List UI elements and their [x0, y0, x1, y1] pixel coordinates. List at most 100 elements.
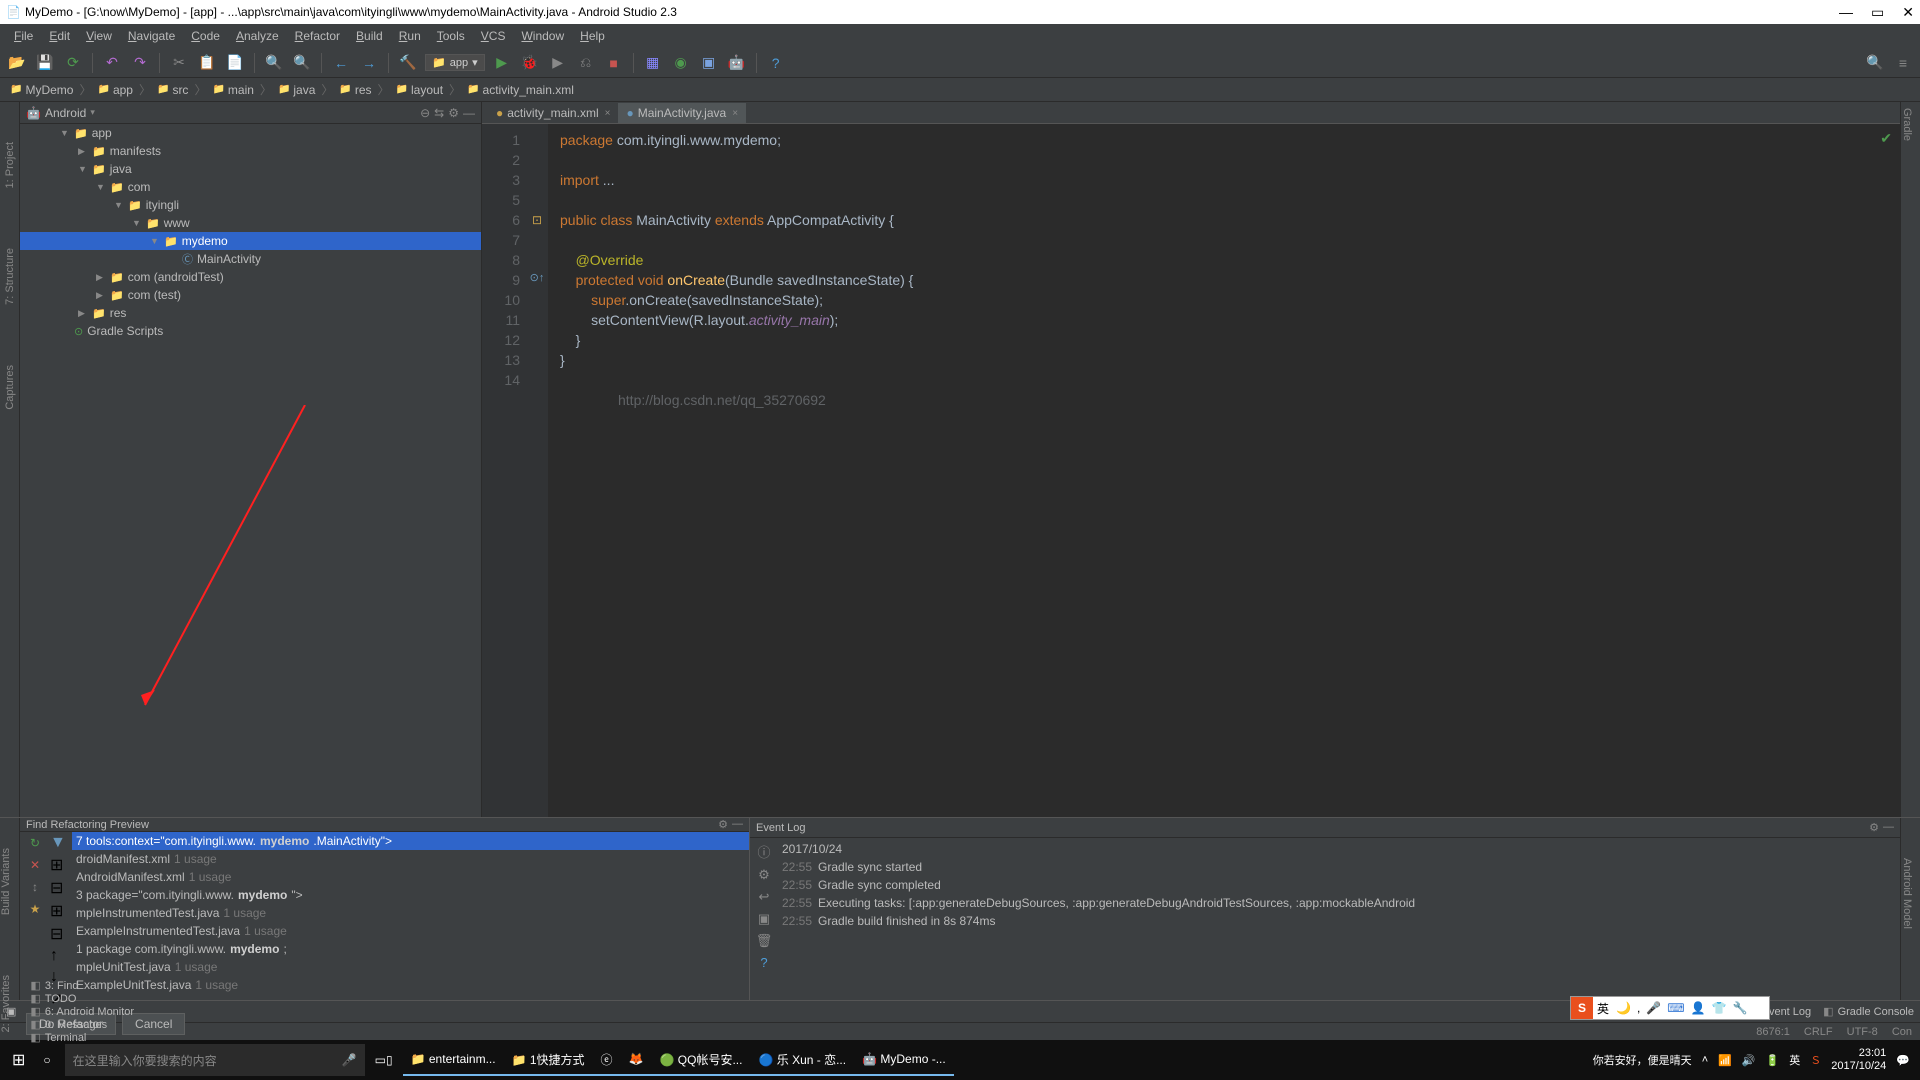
tree-row[interactable]: ▶📁manifests: [20, 142, 481, 160]
taskbar-clock[interactable]: 23:012017/10/24: [1831, 1047, 1886, 1073]
find-results-list[interactable]: 7 tools:context="com.ityingli.www.mydemo…: [72, 832, 749, 1009]
breadcrumb-item[interactable]: 📁 app: [93, 83, 136, 97]
scroll-from-icon[interactable]: ⇆: [434, 106, 444, 120]
encoding[interactable]: UTF-8: [1847, 1026, 1878, 1038]
breadcrumb-item[interactable]: 📁 MyDemo: [6, 83, 77, 97]
menu-item[interactable]: Build: [350, 27, 389, 45]
scroll-icon[interactable]: ▣: [758, 911, 770, 927]
paste-icon[interactable]: 📄: [224, 52, 246, 74]
gradle-tab[interactable]: Gradle: [1901, 102, 1913, 141]
left-tab[interactable]: 1: Project: [4, 142, 16, 188]
project-view-selector[interactable]: Android: [45, 106, 86, 120]
breadcrumb-item[interactable]: 📁 res: [335, 83, 375, 97]
find-result-row[interactable]: 7 tools:context="com.ityingli.www.mydemo…: [72, 832, 749, 850]
left-tab[interactable]: Captures: [4, 365, 16, 410]
taskbar-app[interactable]: 🤖 MyDemo -...: [854, 1044, 954, 1076]
breadcrumb-item[interactable]: 📁 main: [208, 83, 257, 97]
ime-icon[interactable]: 英: [1789, 1052, 1800, 1068]
code-editor[interactable]: package com.ityingli.www.mydemo; import …: [548, 124, 1900, 817]
undo-icon[interactable]: ↶: [101, 52, 123, 74]
menu-item[interactable]: Run: [393, 27, 427, 45]
make-icon[interactable]: 🔨: [397, 52, 419, 74]
tree-row[interactable]: ▶📁res: [20, 304, 481, 322]
menu-item[interactable]: Refactor: [289, 27, 346, 45]
find-result-row[interactable]: 1 package com.ityingli.www.mydemo;: [72, 940, 749, 958]
cut-icon[interactable]: ✂: [168, 52, 190, 74]
help-icon[interactable]: ?: [760, 955, 767, 970]
close-button[interactable]: ✕: [1902, 4, 1914, 21]
tree-row[interactable]: ▼📁java: [20, 160, 481, 178]
recent-files-icon[interactable]: ≡: [1892, 52, 1914, 74]
dock-tab[interactable]: ◧ 6: Android Monitor: [30, 1005, 134, 1018]
help-icon[interactable]: ?: [765, 52, 787, 74]
gear-icon[interactable]: ⚙: [718, 818, 728, 831]
wifi-icon[interactable]: 📶: [1718, 1054, 1732, 1067]
taskbar-app[interactable]: 🔵 乐 Xun - 恋...: [750, 1044, 854, 1076]
forward-icon[interactable]: →: [358, 52, 380, 74]
breadcrumb-item[interactable]: 📁 java: [274, 83, 319, 97]
cortana-icon[interactable]: ○: [35, 1044, 58, 1076]
find-result-row[interactable]: ExampleUnitTest.java 1 usage: [72, 976, 749, 994]
sogou-icon[interactable]: Ｓ: [1810, 1052, 1821, 1068]
debug-icon[interactable]: 🐞: [519, 52, 541, 74]
save-icon[interactable]: 💾: [34, 52, 56, 74]
tree-row[interactable]: ▼📁www: [20, 214, 481, 232]
task-view-icon[interactable]: ▭▯: [367, 1044, 401, 1076]
find-result-row[interactable]: mpleUnitTest.java 1 usage: [72, 958, 749, 976]
hide-icon[interactable]: —: [732, 818, 743, 831]
breadcrumb-item[interactable]: 📁 src: [153, 83, 192, 97]
menu-item[interactable]: Tools: [431, 27, 471, 45]
hide-icon[interactable]: —: [463, 106, 475, 120]
maximize-button[interactable]: ▭: [1871, 4, 1884, 21]
line-separator[interactable]: CRLF: [1804, 1026, 1833, 1038]
tree-icon[interactable]: ⊞: [50, 901, 72, 921]
settings-icon[interactable]: ⚙: [448, 106, 459, 120]
volume-icon[interactable]: 🔊: [1742, 1054, 1756, 1067]
dock-tab[interactable]: ◧ 0: Messages: [30, 1018, 134, 1031]
pin-icon[interactable]: ★: [26, 900, 44, 918]
android-icon[interactable]: 🤖: [726, 52, 748, 74]
tray-arrow-icon[interactable]: ˄: [1702, 1054, 1708, 1066]
editor-tab[interactable]: ●activity_main.xml×: [488, 103, 618, 123]
taskbar-app[interactable]: 📁 1快捷方式: [504, 1044, 593, 1076]
stop-icon[interactable]: ■: [603, 52, 625, 74]
attach-icon[interactable]: ⎌: [575, 52, 597, 74]
find-result-row[interactable]: mpleInstrumentedTest.java 1 usage: [72, 904, 749, 922]
taskbar-app[interactable]: 🟢 QQ帐号安...: [652, 1044, 751, 1076]
flat-icon[interactable]: ⊟: [50, 924, 72, 944]
wrap-icon[interactable]: ↩: [759, 889, 770, 905]
group-icon[interactable]: ⊞: [50, 855, 72, 875]
taskbar-app[interactable]: ⓔ: [593, 1044, 621, 1076]
sync-icon[interactable]: ⟳: [62, 52, 84, 74]
open-icon[interactable]: 📂: [6, 52, 28, 74]
ime-floating-bar[interactable]: S 英 🌙 , 🎤 ⌨ 👤 👕 🔧: [1570, 996, 1770, 1020]
menu-item[interactable]: File: [8, 27, 39, 45]
menu-item[interactable]: Code: [185, 27, 226, 45]
filter2-icon[interactable]: ⊟: [50, 878, 72, 898]
settings-icon[interactable]: ⚙: [758, 867, 770, 883]
taskbar-search[interactable]: 在这里输入你要搜索的内容 🎤: [65, 1044, 365, 1076]
battery-icon[interactable]: 🔋: [1766, 1054, 1780, 1067]
search-everywhere-icon[interactable]: 🔍: [1864, 52, 1886, 74]
dock-tab[interactable]: ◧ TODO: [30, 992, 134, 1005]
tree-row[interactable]: ▼📁app: [20, 124, 481, 142]
find-icon[interactable]: 🔍: [263, 52, 285, 74]
notifications-icon[interactable]: 💬: [1896, 1054, 1910, 1067]
find-result-row[interactable]: droidManifest.xml 1 usage: [72, 850, 749, 868]
hide-icon[interactable]: —: [1883, 821, 1894, 834]
find-result-row[interactable]: AndroidManifest.xml 1 usage: [72, 868, 749, 886]
context[interactable]: Con: [1892, 1026, 1912, 1038]
menu-item[interactable]: Window: [515, 27, 570, 45]
find-result-row[interactable]: 3 package="com.ityingli.www.mydemo">: [72, 886, 749, 904]
run-icon[interactable]: ▶: [491, 52, 513, 74]
tree-row[interactable]: ▼📁ityingli: [20, 196, 481, 214]
left-tab[interactable]: Build Variants: [0, 818, 12, 945]
close-icon[interactable]: ✕: [26, 856, 44, 874]
run-config-selector[interactable]: 📁 app ▾: [425, 54, 485, 71]
rerun-icon[interactable]: ↻: [26, 834, 44, 852]
dock-tab[interactable]: ◧ Terminal: [30, 1031, 134, 1044]
dock-tab[interactable]: ◧ Gradle Console: [1823, 1005, 1914, 1018]
replace-icon[interactable]: 🔍: [291, 52, 313, 74]
tree-row[interactable]: ▼📁com: [20, 178, 481, 196]
collapse-icon[interactable]: ⊖: [420, 106, 430, 120]
